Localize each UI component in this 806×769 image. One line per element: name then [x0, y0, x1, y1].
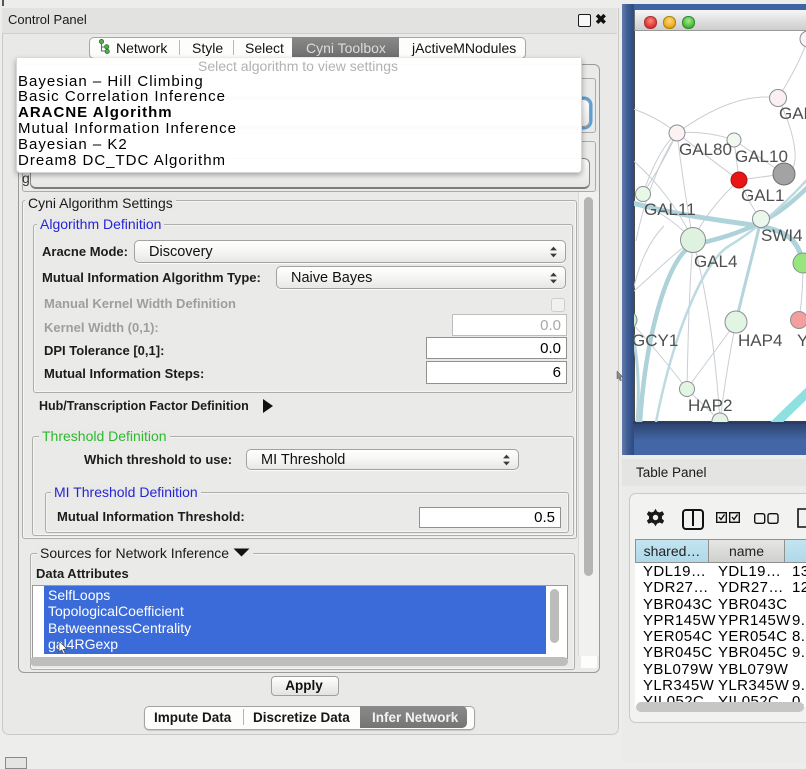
svg-text:GAL80: GAL80: [679, 140, 732, 159]
svg-text:SWI4: SWI4: [761, 226, 803, 245]
svg-text:GAL11: GAL11: [644, 200, 696, 219]
svg-text:GCY1: GCY1: [634, 331, 678, 350]
svg-text:GAL1: GAL1: [741, 186, 784, 205]
svg-text:HAP2: HAP2: [688, 396, 732, 415]
svg-text:YD: YD: [797, 331, 806, 350]
svg-text:GAL4: GAL4: [694, 252, 737, 271]
svg-text:GAL10: GAL10: [735, 147, 788, 166]
svg-text:GAL7: GAL7: [779, 104, 806, 123]
svg-text:HAP4: HAP4: [738, 331, 782, 350]
